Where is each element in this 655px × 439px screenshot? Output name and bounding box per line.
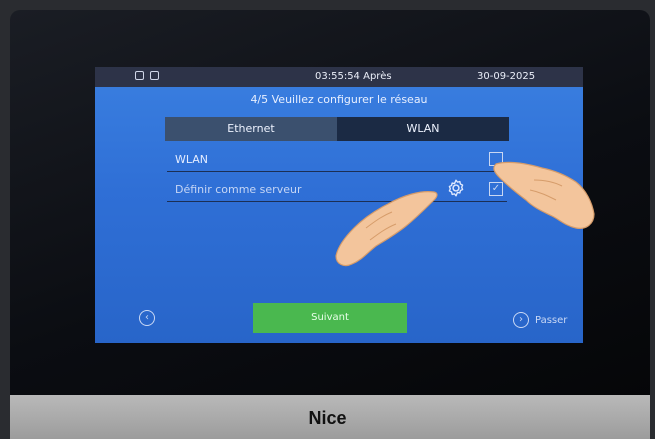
brand-logo: Nice (308, 408, 347, 428)
skip-label: Passer (535, 314, 568, 326)
tab-ethernet[interactable]: Ethernet (165, 117, 337, 141)
skip-button[interactable]: › Passer (513, 312, 567, 328)
gear-icon[interactable] (445, 177, 467, 199)
back-button[interactable]: ‹ (139, 310, 155, 326)
status-time: 03:55:54 (315, 71, 360, 82)
status-bar: 03:55:54 Après 30-09-2025 (95, 67, 583, 87)
chevron-right-icon: › (513, 312, 529, 328)
wlan-label: WLAN (175, 153, 209, 166)
network-tabs: Ethernet WLAN (165, 117, 509, 141)
tab-wlan[interactable]: WLAN (337, 117, 509, 141)
next-button[interactable]: Suivant (253, 303, 407, 333)
status-period: Après (363, 71, 392, 82)
page-title: 4/5 Veuillez configurer le réseau (250, 93, 428, 106)
pointing-hand-left (335, 191, 438, 267)
server-label: Définir comme serveur (175, 183, 302, 196)
status-date: 30-09-2025 (477, 71, 536, 82)
chevron-left-icon: ‹ (145, 312, 149, 323)
lock-icon (135, 71, 144, 80)
pointing-hand-right (493, 161, 595, 229)
wlan-row: WLAN (167, 149, 507, 172)
shield-icon (150, 71, 159, 80)
